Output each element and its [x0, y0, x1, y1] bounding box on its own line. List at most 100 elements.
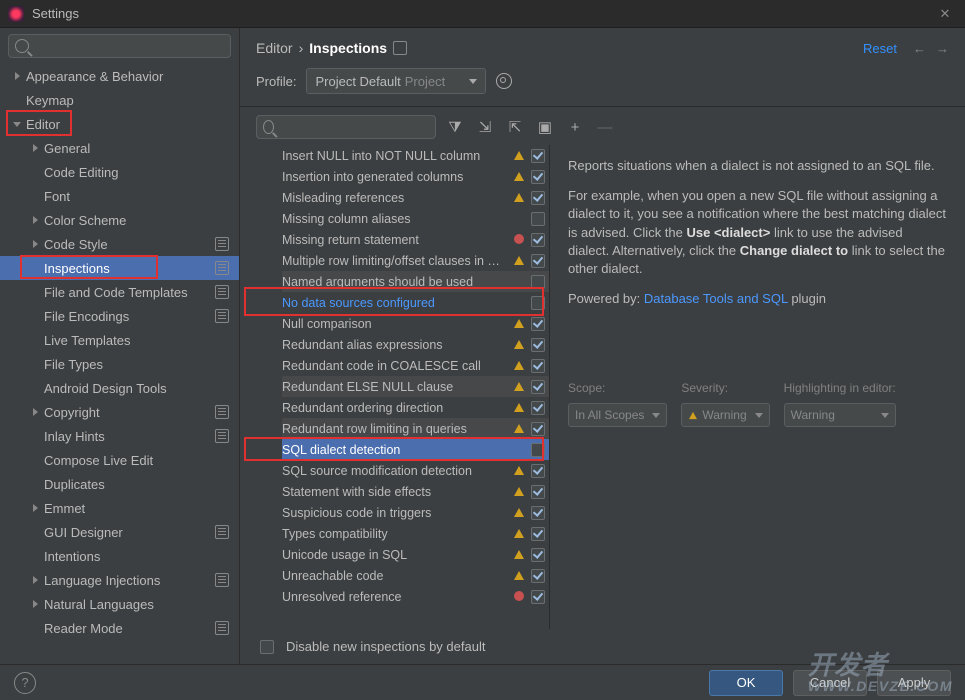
add-icon[interactable]: + [564, 116, 586, 138]
inspection-row[interactable]: Statement with side effects [282, 481, 549, 502]
inspection-checkbox[interactable] [531, 569, 545, 583]
inspection-row[interactable]: Types compatibility [282, 523, 549, 544]
inspection-row[interactable]: Redundant ELSE NULL clause [282, 376, 549, 397]
inspection-checkbox[interactable] [531, 149, 545, 163]
sidebar-item-file-and-code-templates[interactable]: File and Code Templates [0, 280, 239, 304]
profile-combo[interactable]: Project Default Project [306, 68, 486, 94]
inspection-checkbox[interactable] [531, 317, 545, 331]
sidebar-item-inlay-hints[interactable]: Inlay Hints [0, 424, 239, 448]
sidebar-item-keymap[interactable]: Keymap [0, 88, 239, 112]
inspection-row[interactable]: Missing column aliases [282, 208, 549, 229]
sidebar-item-emmet[interactable]: Emmet [0, 496, 239, 520]
view-icon[interactable]: ▣ [534, 116, 556, 138]
sidebar-item-copyright[interactable]: Copyright [0, 400, 239, 424]
sidebar-item-code-style[interactable]: Code Style [0, 232, 239, 256]
back-icon[interactable]: ← [913, 41, 926, 56]
inspection-row[interactable]: Unresolved reference [282, 586, 549, 607]
inspection-row[interactable]: Unicode usage in SQL [282, 544, 549, 565]
chevron-icon [30, 406, 42, 418]
inspection-row[interactable]: Insert NULL into NOT NULL column [282, 145, 549, 166]
inspection-row[interactable]: SQL source modification detection [282, 460, 549, 481]
highlighting-combo[interactable]: Warning [784, 403, 896, 427]
inspections-list: Insert NULL into NOT NULL columnInsertio… [240, 145, 550, 629]
sidebar-item-code-editing[interactable]: Code Editing [0, 160, 239, 184]
sidebar-item-label: Appearance & Behavior [26, 69, 163, 84]
inspection-checkbox[interactable] [531, 485, 545, 499]
inspection-search-input[interactable] [274, 120, 429, 134]
inspection-checkbox[interactable] [531, 359, 545, 373]
inspection-checkbox[interactable] [531, 422, 545, 436]
sidebar-item-editor[interactable]: Editor [0, 112, 239, 136]
sidebar-item-font[interactable]: Font [0, 184, 239, 208]
disable-checkbox[interactable] [260, 640, 274, 654]
expand-all-icon[interactable]: ⇲ [474, 116, 496, 138]
sidebar-item-android-design-tools[interactable]: Android Design Tools [0, 376, 239, 400]
inspection-row[interactable]: Insertion into generated columns [282, 166, 549, 187]
inspection-checkbox[interactable] [531, 527, 545, 541]
inspection-checkbox[interactable] [531, 338, 545, 352]
inspection-row[interactable]: Redundant code in COALESCE call [282, 355, 549, 376]
disable-new-row[interactable]: Disable new inspections by default [240, 629, 965, 664]
inspection-label: Redundant row limiting in queries [282, 422, 511, 436]
inspection-row[interactable]: Suspicious code in triggers [282, 502, 549, 523]
sidebar-item-file-encodings[interactable]: File Encodings [0, 304, 239, 328]
inspection-row[interactable]: Missing return statement [282, 229, 549, 250]
inspection-checkbox[interactable] [531, 233, 545, 247]
sidebar-item-general[interactable]: General [0, 136, 239, 160]
inspection-row[interactable]: Redundant row limiting in queries [282, 418, 549, 439]
sidebar-item-reader-mode[interactable]: Reader Mode [0, 616, 239, 640]
inspection-checkbox[interactable] [531, 275, 545, 289]
inspection-row[interactable]: SQL dialect detection [282, 439, 549, 460]
apply-button[interactable]: Apply [877, 670, 951, 696]
sidebar-item-file-types[interactable]: File Types [0, 352, 239, 376]
sidebar-item-inspections[interactable]: Inspections [0, 256, 239, 280]
sidebar-item-live-templates[interactable]: Live Templates [0, 328, 239, 352]
sidebar-item-duplicates[interactable]: Duplicates [0, 472, 239, 496]
chevron-right-icon: › [299, 40, 304, 56]
sidebar-item-gui-designer[interactable]: GUI Designer [0, 520, 239, 544]
inspection-row[interactable]: Null comparison [282, 313, 549, 334]
inspection-row[interactable]: No data sources configured [282, 292, 549, 313]
inspection-row[interactable]: Unreachable code [282, 565, 549, 586]
inspection-row[interactable]: Named arguments should be used [282, 271, 549, 292]
sidebar-item-appearance-behavior[interactable]: Appearance & Behavior [0, 64, 239, 88]
collapse-all-icon[interactable]: ⇱ [504, 116, 526, 138]
filter-icon[interactable]: ⧩ [444, 116, 466, 138]
sidebar-search[interactable] [8, 34, 231, 58]
sidebar-item-color-scheme[interactable]: Color Scheme [0, 208, 239, 232]
inspection-checkbox[interactable] [531, 191, 545, 205]
inspection-row[interactable]: Redundant alias expressions [282, 334, 549, 355]
inspection-checkbox[interactable] [531, 464, 545, 478]
inspection-checkbox[interactable] [531, 170, 545, 184]
inspection-row[interactable]: Multiple row limiting/offset clauses in … [282, 250, 549, 271]
inspection-checkbox[interactable] [531, 254, 545, 268]
inspection-checkbox[interactable] [531, 548, 545, 562]
inspection-row[interactable]: Redundant ordering direction [282, 397, 549, 418]
reset-link[interactable]: Reset [863, 41, 897, 56]
inspection-checkbox[interactable] [531, 212, 545, 226]
inspection-checkbox[interactable] [531, 506, 545, 520]
inspection-checkbox[interactable] [531, 443, 545, 457]
sidebar-item-compose-live-edit[interactable]: Compose Live Edit [0, 448, 239, 472]
scope-combo[interactable]: In All Scopes [568, 403, 667, 427]
sidebar-search-input[interactable] [29, 39, 224, 53]
sidebar-item-language-injections[interactable]: Language Injections [0, 568, 239, 592]
severity-combo[interactable]: Warning [681, 403, 769, 427]
inspection-checkbox[interactable] [531, 380, 545, 394]
help-icon[interactable]: ? [14, 672, 36, 694]
ok-button[interactable]: OK [709, 670, 783, 696]
cancel-button[interactable]: Cancel [793, 670, 867, 696]
breadcrumb-editor[interactable]: Editor [256, 40, 293, 56]
forward-icon[interactable]: → [936, 41, 949, 56]
inspection-search[interactable] [256, 115, 436, 139]
more-icon[interactable]: — [594, 116, 616, 138]
gear-icon[interactable] [496, 73, 512, 89]
plugin-link[interactable]: Database Tools and SQL [644, 291, 788, 306]
close-icon[interactable]: ✕ [933, 6, 957, 22]
inspection-checkbox[interactable] [531, 296, 545, 310]
sidebar-item-intentions[interactable]: Intentions [0, 544, 239, 568]
inspection-checkbox[interactable] [531, 401, 545, 415]
inspection-checkbox[interactable] [531, 590, 545, 604]
sidebar-item-natural-languages[interactable]: Natural Languages [0, 592, 239, 616]
inspection-row[interactable]: Misleading references [282, 187, 549, 208]
